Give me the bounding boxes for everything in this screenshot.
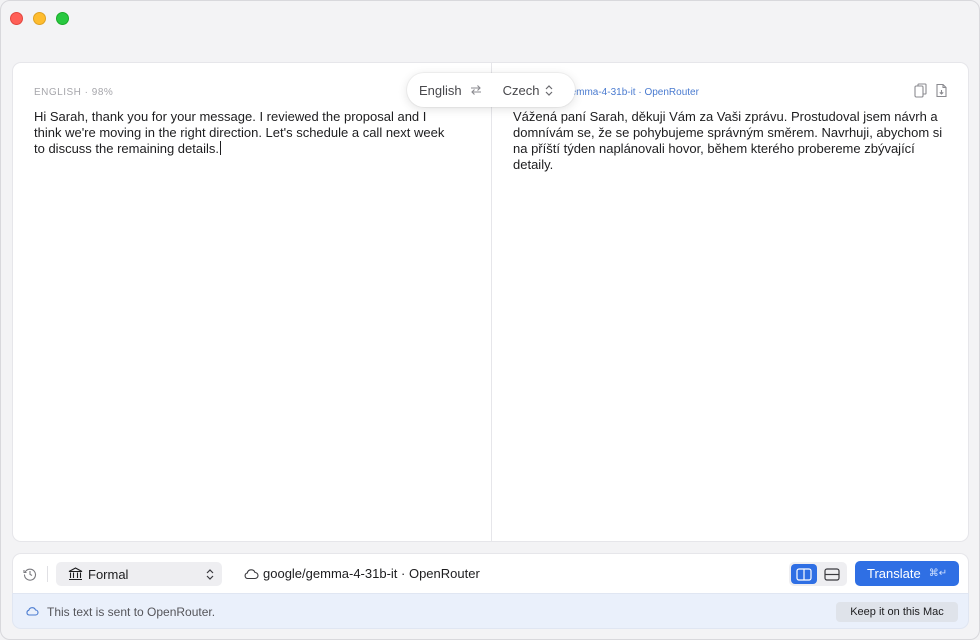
chevron-up-down-icon	[206, 569, 214, 580]
document-icon[interactable]	[935, 83, 948, 98]
toolbar-separator	[47, 566, 48, 582]
source-language-button[interactable]: English	[419, 83, 462, 98]
tone-value: Formal	[88, 566, 129, 582]
notice-text: This text is sent to OpenRouter.	[47, 605, 216, 619]
translate-button[interactable]: Translate ⌘↵	[855, 561, 959, 586]
titlebar	[1, 1, 979, 37]
target-actions	[914, 83, 948, 98]
model-name: google/gemma-4-31b-it · OpenRouter	[263, 566, 480, 581]
history-icon[interactable]	[23, 567, 37, 581]
close-window-button[interactable]	[10, 12, 23, 25]
translate-label: Translate	[867, 566, 921, 581]
keep-on-mac-button[interactable]: Keep it on this Mac	[836, 602, 958, 622]
chevron-up-down-icon	[545, 84, 553, 96]
stacked-view-icon[interactable]	[819, 564, 845, 584]
tone-select[interactable]: Formal	[56, 562, 222, 586]
source-text: Hi Sarah, thank you for your message. I …	[34, 109, 445, 156]
target-text: Vážená paní Sarah, děkuji Vám za Vaši zp…	[513, 109, 943, 172]
pane-divider[interactable]	[491, 63, 492, 541]
language-selector: English Czech	[407, 73, 575, 107]
target-model-meta: gemma-4-31b-it · OpenRouter	[565, 87, 699, 98]
layout-toggle	[789, 562, 847, 586]
swap-arrows-icon[interactable]	[470, 84, 482, 96]
target-language-button[interactable]: Czech	[503, 83, 540, 98]
translation-panel: ENGLISH · 98% Hi Sarah, thank you for yo…	[13, 63, 968, 541]
cloud-icon	[243, 568, 259, 580]
cloud-icon	[25, 606, 39, 616]
split-view-icon[interactable]	[791, 564, 817, 584]
bottom-toolbar: Formal google/gemma-4-31b-it · OpenRoute…	[13, 554, 968, 594]
copy-icon[interactable]	[914, 83, 927, 98]
translator-window: ENGLISH · 98% Hi Sarah, thank you for yo…	[0, 0, 980, 640]
model-selector[interactable]: google/gemma-4-31b-it · OpenRouter	[243, 566, 480, 581]
bank-icon	[68, 567, 83, 581]
text-caret	[219, 141, 221, 155]
source-language-meta: ENGLISH · 98%	[34, 87, 114, 98]
zoom-window-button[interactable]	[56, 12, 69, 25]
minimize-window-button[interactable]	[33, 12, 46, 25]
translate-shortcut: ⌘↵	[928, 568, 948, 579]
privacy-notice: This text is sent to OpenRouter. Keep it…	[13, 594, 968, 628]
source-text-editor[interactable]: Hi Sarah, thank you for your message. I …	[34, 109, 454, 157]
